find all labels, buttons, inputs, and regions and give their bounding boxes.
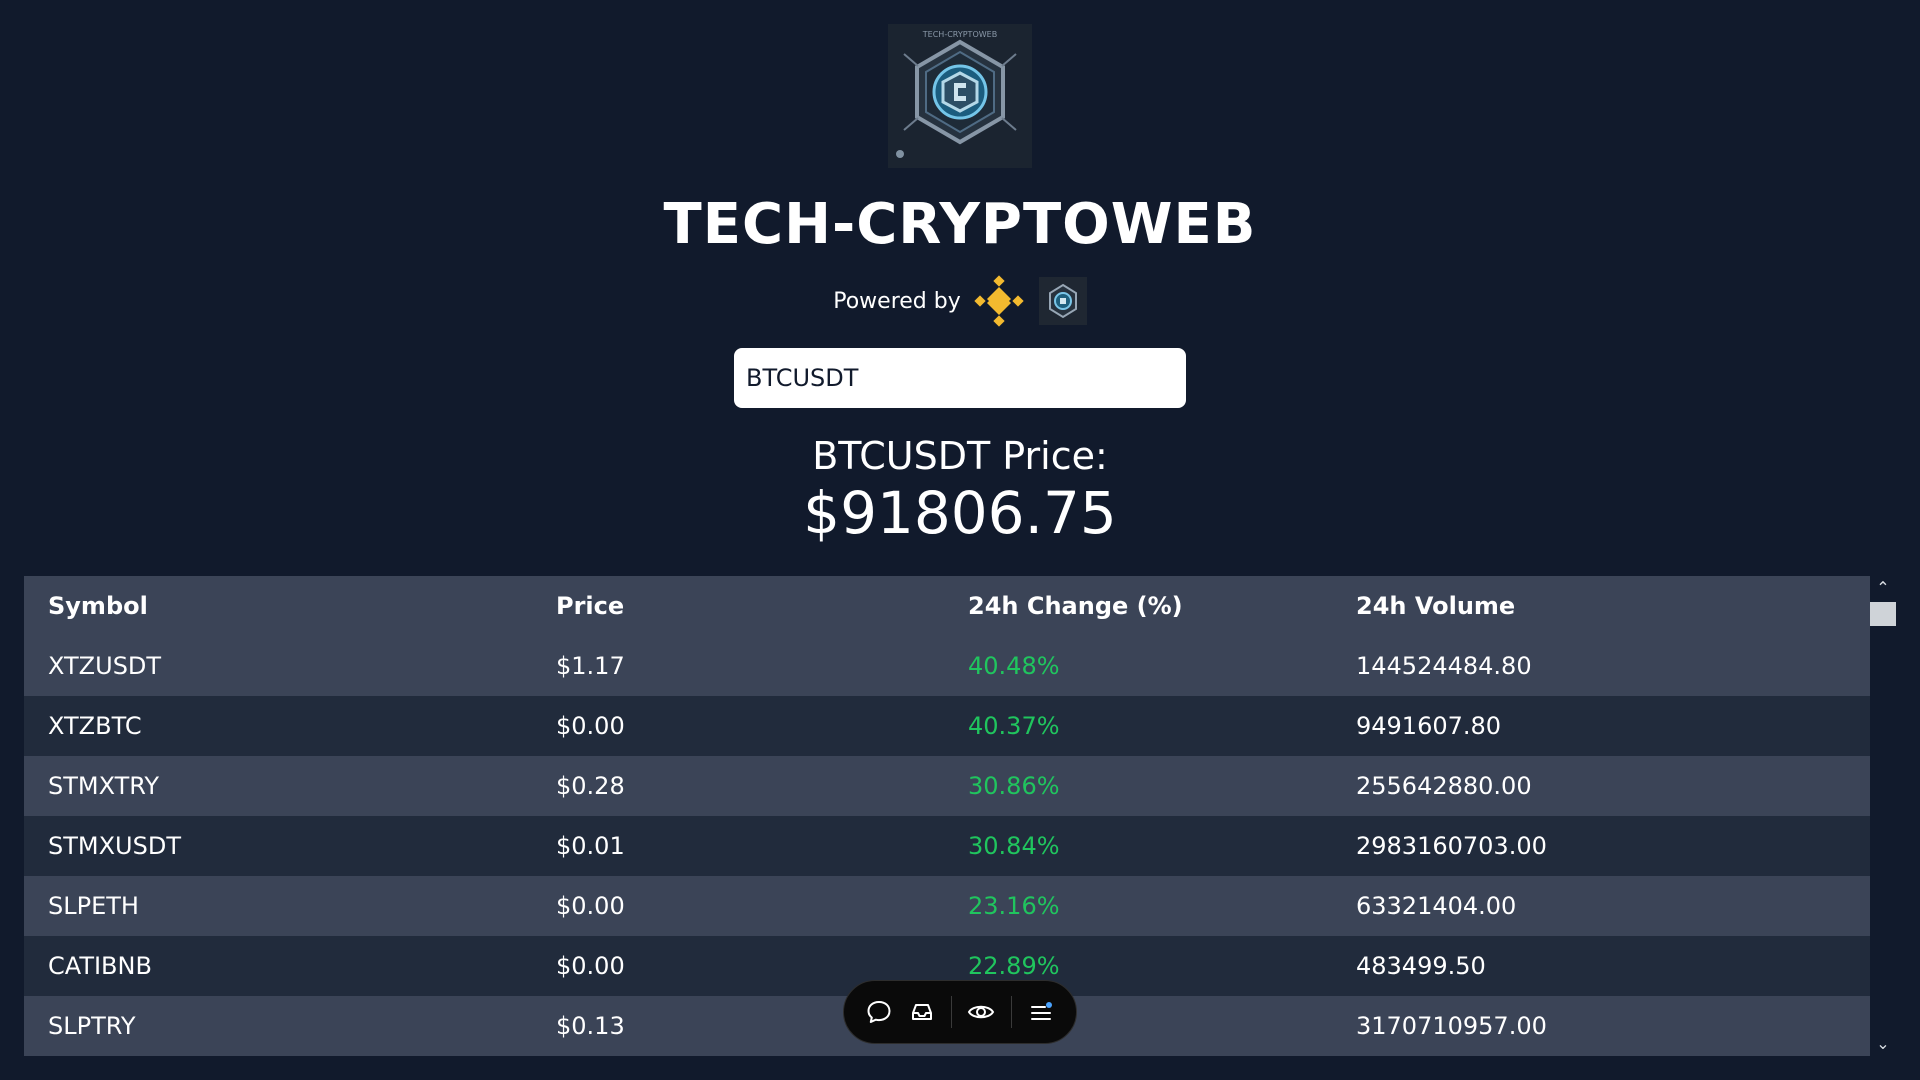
logo-text: TECH-CRYPTOWEB — [922, 30, 997, 39]
price-cell: $0.01 — [556, 832, 625, 860]
powered-by-label: Powered by — [833, 288, 961, 314]
price-label: BTCUSDT Price: — [812, 434, 1108, 478]
symbol-cell: XTZUSDT — [48, 652, 162, 680]
volume-cell: 2983160703.00 — [1356, 832, 1547, 860]
volume-cell: 483499.50 — [1356, 952, 1486, 980]
price-value: $91806.75 — [803, 479, 1117, 547]
toolbar-divider — [951, 996, 952, 1028]
inbox-button[interactable] — [901, 990, 944, 1034]
price-cell: $1.17 — [556, 652, 625, 680]
scroll-up-icon[interactable]: ⌃ — [1870, 576, 1896, 600]
symbol-cell: SLPETH — [48, 892, 139, 920]
volume-cell: 9491607.80 — [1356, 712, 1502, 740]
change-cell: 40.48% — [968, 652, 1060, 680]
symbol-cell: STMXUSDT — [48, 832, 181, 860]
price-cell: $0.28 — [556, 772, 625, 800]
volume-cell: 3170710957.00 — [1356, 1012, 1547, 1040]
change-cell: 30.86% — [968, 772, 1060, 800]
scroll-down-icon[interactable]: ⌄ — [1870, 1032, 1896, 1056]
inbox-icon — [911, 1004, 932, 1020]
symbol-cell: STMXTRY — [48, 772, 160, 800]
symbol-cell: XTZBTC — [48, 712, 142, 740]
column-header-volume: 24h Volume — [1332, 576, 1870, 636]
column-header-price: Price — [532, 576, 944, 636]
change-cell: 40.37% — [968, 712, 1060, 740]
menu-button[interactable] — [1019, 990, 1062, 1034]
column-header-change: 24h Change (%) — [944, 576, 1332, 636]
toolbar-divider — [1010, 996, 1012, 1028]
hexagon-circuit-small-logo — [1038, 277, 1087, 325]
symbol-cell: CATIBNB — [48, 952, 152, 980]
symbol-cell: SLPTRY — [48, 1012, 136, 1040]
column-header-symbol: Symbol — [24, 576, 532, 636]
page: TECH-CRYPTOWEB TECH-CRYPTOWEB Powered by — [0, 0, 1920, 1080]
change-cell: 23.16% — [968, 892, 1060, 920]
change-cell: 30.84% — [968, 832, 1060, 860]
table-row: STMXTRY $0.28 30.86% 255642880.00 — [24, 756, 1870, 816]
table-scrollbar[interactable]: ⌃ ⌄ — [1870, 576, 1896, 1056]
volume-cell: 144524484.80 — [1356, 652, 1532, 680]
price-cell: $0.00 — [556, 892, 625, 920]
volume-cell: 255642880.00 — [1356, 772, 1532, 800]
floating-toolbar — [843, 980, 1077, 1044]
view-button[interactable] — [960, 990, 1003, 1034]
chat-button[interactable] — [858, 990, 901, 1034]
hexagon-circuit-logo: TECH-CRYPTOWEB — [888, 24, 1032, 168]
symbol-search-input[interactable] — [734, 348, 1186, 408]
scroll-thumb[interactable] — [1870, 602, 1896, 626]
powered-by: Powered by — [0, 275, 1920, 327]
chat-icon — [867, 1001, 891, 1023]
site-title: TECH-CRYPTOWEB — [663, 192, 1257, 257]
table-header-row: Symbol Price 24h Change (%) 24h Volume — [24, 576, 1870, 636]
menu-icon — [1030, 1002, 1052, 1020]
price-cell: $0.00 — [556, 712, 625, 740]
volume-cell: 63321404.00 — [1356, 892, 1517, 920]
table-row: SLPETH $0.00 23.16% 63321404.00 — [24, 876, 1870, 936]
table-row: STMXUSDT $0.01 30.84% 2983160703.00 — [24, 816, 1870, 876]
eye-icon — [968, 1005, 995, 1019]
binance-icon — [974, 275, 1024, 327]
table-row: XTZUSDT $1.17 40.48% 144524484.80 — [24, 636, 1870, 696]
table-row: XTZBTC $0.00 40.37% 9491607.80 — [24, 696, 1870, 756]
